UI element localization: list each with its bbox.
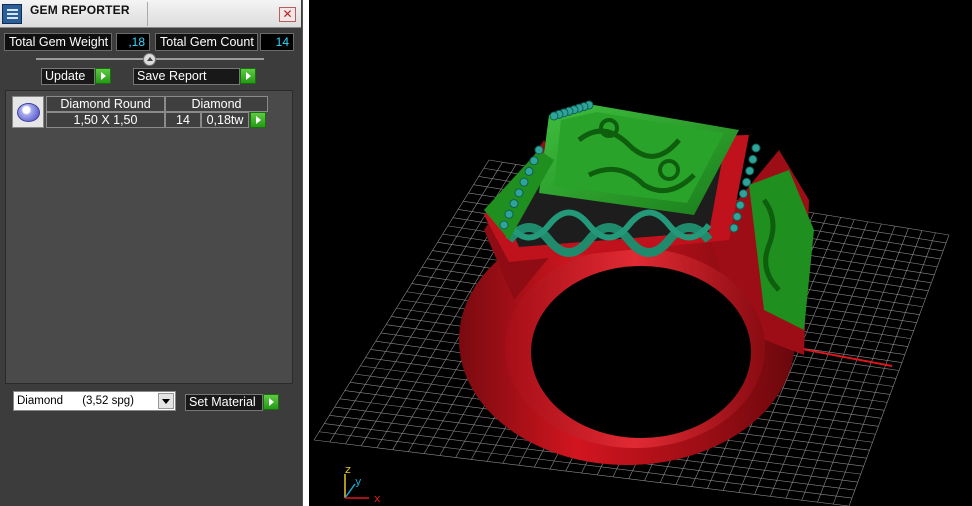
z-axis-label: z	[345, 463, 351, 476]
gem-bead	[732, 212, 742, 222]
gem-bead	[729, 223, 739, 233]
gem-size: 1,50 X 1,50	[46, 112, 165, 128]
gem-bead	[509, 199, 519, 209]
total-gem-weight-value: ,18	[116, 33, 150, 51]
total-gem-count-value: 14	[260, 33, 294, 51]
gem-bead	[738, 189, 748, 199]
gem-reporter-panel: GEM REPORTER ✕ Total Gem Weight ,18 Tota…	[0, 0, 303, 506]
gem-bead	[519, 177, 529, 187]
gem-bead	[514, 188, 524, 198]
window-title: GEM REPORTER	[30, 3, 130, 17]
gem-count: 14	[165, 112, 201, 128]
gem-bead	[524, 166, 534, 176]
gem-row-go-icon[interactable]	[250, 112, 266, 128]
material-select[interactable]: Diamond (3,52 spg)	[13, 391, 176, 411]
material-select-value: Diamond (3,52 spg)	[17, 395, 134, 407]
total-gem-count-label: Total Gem Count	[155, 33, 258, 51]
diamond-round-icon[interactable]	[12, 96, 44, 128]
gem-shape: Diamond Round	[46, 96, 165, 112]
title-separator	[147, 2, 148, 26]
gem-bead	[751, 143, 761, 153]
update-go-icon[interactable]	[95, 68, 111, 84]
y-axis-label: y	[355, 475, 362, 488]
ring-opening	[531, 266, 751, 438]
update-button[interactable]: Update	[41, 68, 95, 85]
gem-list: Diamond Round Diamond 1,50 X 1,50 14 0,1…	[5, 90, 293, 384]
save-report-go-icon[interactable]	[240, 68, 256, 84]
gem-bead	[735, 200, 745, 210]
gem-bead	[549, 111, 559, 121]
gem-bead	[748, 154, 758, 164]
gem-bead	[529, 156, 539, 166]
gem-bead	[745, 166, 755, 176]
title-bar[interactable]: GEM REPORTER ✕	[0, 0, 301, 28]
ring-scene	[313, 100, 950, 506]
3d-viewport[interactable]: z y x	[309, 0, 972, 506]
report-icon	[2, 4, 22, 24]
gem-bead	[534, 145, 544, 155]
close-icon[interactable]: ✕	[279, 7, 296, 22]
gem-bead	[742, 177, 752, 187]
gem-weight: 0,18tw	[201, 112, 249, 128]
gem-material: Diamond	[165, 96, 268, 112]
chevron-down-icon[interactable]	[158, 393, 174, 409]
slider-handle[interactable]	[143, 53, 156, 66]
x-axis-label: x	[374, 492, 381, 505]
save-report-button[interactable]: Save Report	[133, 68, 240, 85]
total-gem-weight-label: Total Gem Weight	[4, 33, 112, 51]
set-material-button[interactable]: Set Material	[185, 394, 263, 411]
gem-bead	[499, 220, 509, 230]
gem-bead	[504, 209, 514, 219]
set-material-go-icon[interactable]	[263, 394, 279, 410]
